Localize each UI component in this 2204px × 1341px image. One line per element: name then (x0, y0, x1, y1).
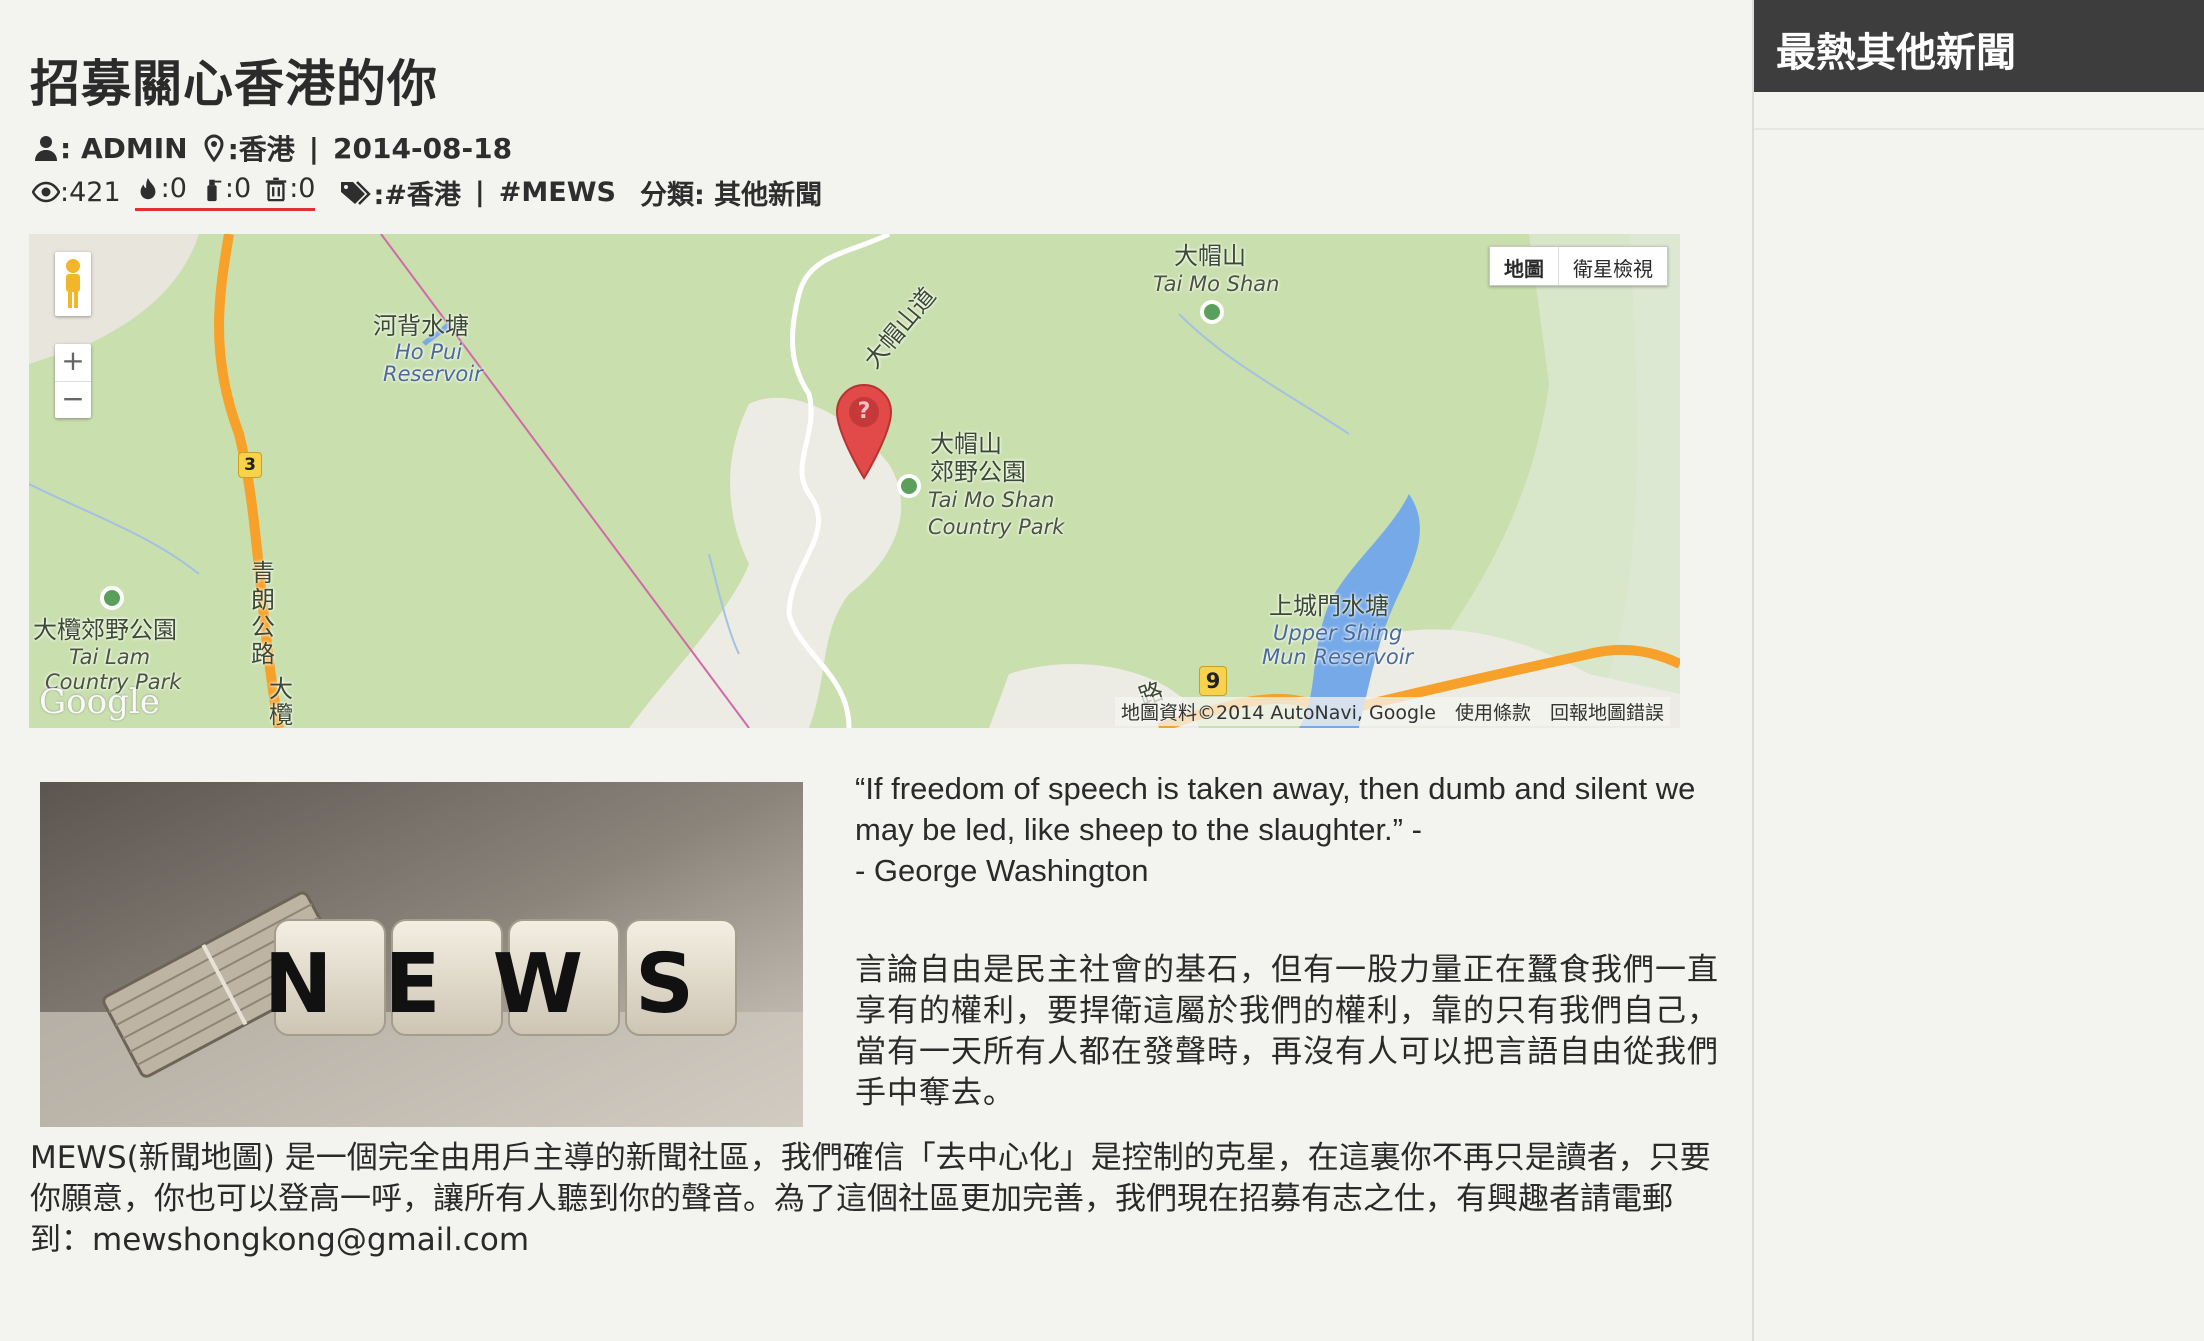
tags-icon (339, 178, 373, 206)
main-content: 招募關心香港的你 : ADMIN :香港 | 2014-08-18 :421 :… (0, 0, 1752, 1341)
sidebar-heading: 最熱其他新聞 (1754, 0, 2204, 92)
meta-separator: | (308, 131, 320, 165)
label-ho-pui-en2: Reservoir (383, 362, 483, 386)
location-label[interactable]: :香港 (228, 128, 295, 168)
sidebar: 最熱其他新聞 (1754, 0, 2204, 1341)
user-icon (32, 134, 60, 162)
trash-icon[interactable] (263, 176, 289, 202)
article-meta: : ADMIN :香港 | 2014-08-18 (32, 128, 512, 168)
eye-icon (32, 178, 60, 206)
zoom-control: + − (55, 344, 91, 418)
article-paragraph-1: 言論自由是民主社會的基石，但有一股力量正在蠶食我們一直享有的權利，要捍衛這屬於我… (855, 952, 1719, 1111)
news-image-text: NEWS (264, 937, 746, 1032)
route-shield-3: 3 (238, 452, 262, 478)
label-tai-mo-shan-en: Tai Mo Shan (1153, 272, 1280, 296)
map-type-satellite-button[interactable]: 衛星檢視 (1559, 247, 1667, 285)
zoom-in-button[interactable]: + (55, 344, 91, 382)
label-tai-lam: 大欖郊野公園 (33, 616, 177, 644)
map-type-map-button[interactable]: 地圖 (1490, 247, 1559, 285)
page-title: 招募關心香港的你 (30, 55, 438, 113)
news-photo: NEWS (40, 782, 803, 1127)
label-park-zh2: 郊野公園 (930, 458, 1026, 486)
map-attribution[interactable]: 地圖資料©2014 AutoNavi, Google 使用條款 回報地圖錯誤 (1115, 697, 1670, 726)
label-tai-mo-shan: 大帽山 (1174, 242, 1246, 270)
zoom-out-button[interactable]: − (55, 382, 91, 419)
label-park-en1: Tai Mo Shan (928, 488, 1055, 512)
tag-hongkong[interactable]: :#香港 (373, 173, 460, 212)
street-view-pegman[interactable] (55, 252, 91, 316)
label-shing-mun-en1: Upper Shing (1273, 621, 1403, 645)
map-type-control: 地圖 衛星檢視 (1489, 246, 1668, 286)
tag-mews[interactable]: #MEWS (499, 177, 616, 208)
article-date: 2014-08-18 (333, 131, 513, 165)
tag-separator: | (474, 176, 485, 208)
marker-symbol: ? (857, 399, 871, 424)
article-quote: “If freedom of speech is taken away, the… (855, 771, 1696, 888)
extinguisher-count: :0 (224, 173, 252, 204)
trash-count: :0 (289, 173, 316, 204)
label-shing-mun-en2: Mun Reservoir (1262, 645, 1414, 669)
google-logo: Google (39, 682, 160, 722)
map-pin-icon (200, 134, 228, 162)
author-label[interactable]: : ADMIN (60, 132, 188, 165)
label-park-zh1: 大帽山 (930, 430, 1002, 458)
sidebar-divider (1754, 128, 2204, 130)
news-image: NEWS (40, 782, 803, 1127)
route-shield-9: 9 (1199, 666, 1227, 696)
fire-icon[interactable] (135, 176, 161, 202)
reaction-bar: :0 :0 :0 (134, 173, 316, 211)
article-paragraph-2: MEWS(新聞地圖) 是一個完全由用戶主導的新聞社區，我們確信「去中心化」是控制… (30, 1140, 1711, 1258)
label-park-en2: Country Park (928, 515, 1065, 539)
label-shing-mun: 上城門水塘 (1269, 592, 1389, 620)
fire-extinguisher-icon[interactable] (199, 176, 225, 202)
google-map[interactable]: + − 地圖 衛星檢視 大帽山 Tai Mo Shan 河背水塘 Ho Pui … (29, 234, 1680, 728)
article-stats: :421 :0 :0 :0 :#香港 | #MEWS 分類: 其他新聞 (32, 172, 822, 212)
label-tai-lam-en1: Tai Lam (69, 645, 151, 669)
view-count: :421 (60, 176, 121, 208)
label-ho-pui: 河背水塘 (373, 312, 469, 340)
fire-count: :0 (160, 173, 187, 204)
pegman-icon (66, 259, 80, 308)
label-tai-lam-road: 大欖 (269, 675, 293, 728)
category-label[interactable]: 分類: 其他新聞 (640, 173, 822, 212)
label-ching-long-road: 青朗公路 (251, 559, 275, 668)
label-ho-pui-en1: Ho Pui (395, 340, 463, 364)
